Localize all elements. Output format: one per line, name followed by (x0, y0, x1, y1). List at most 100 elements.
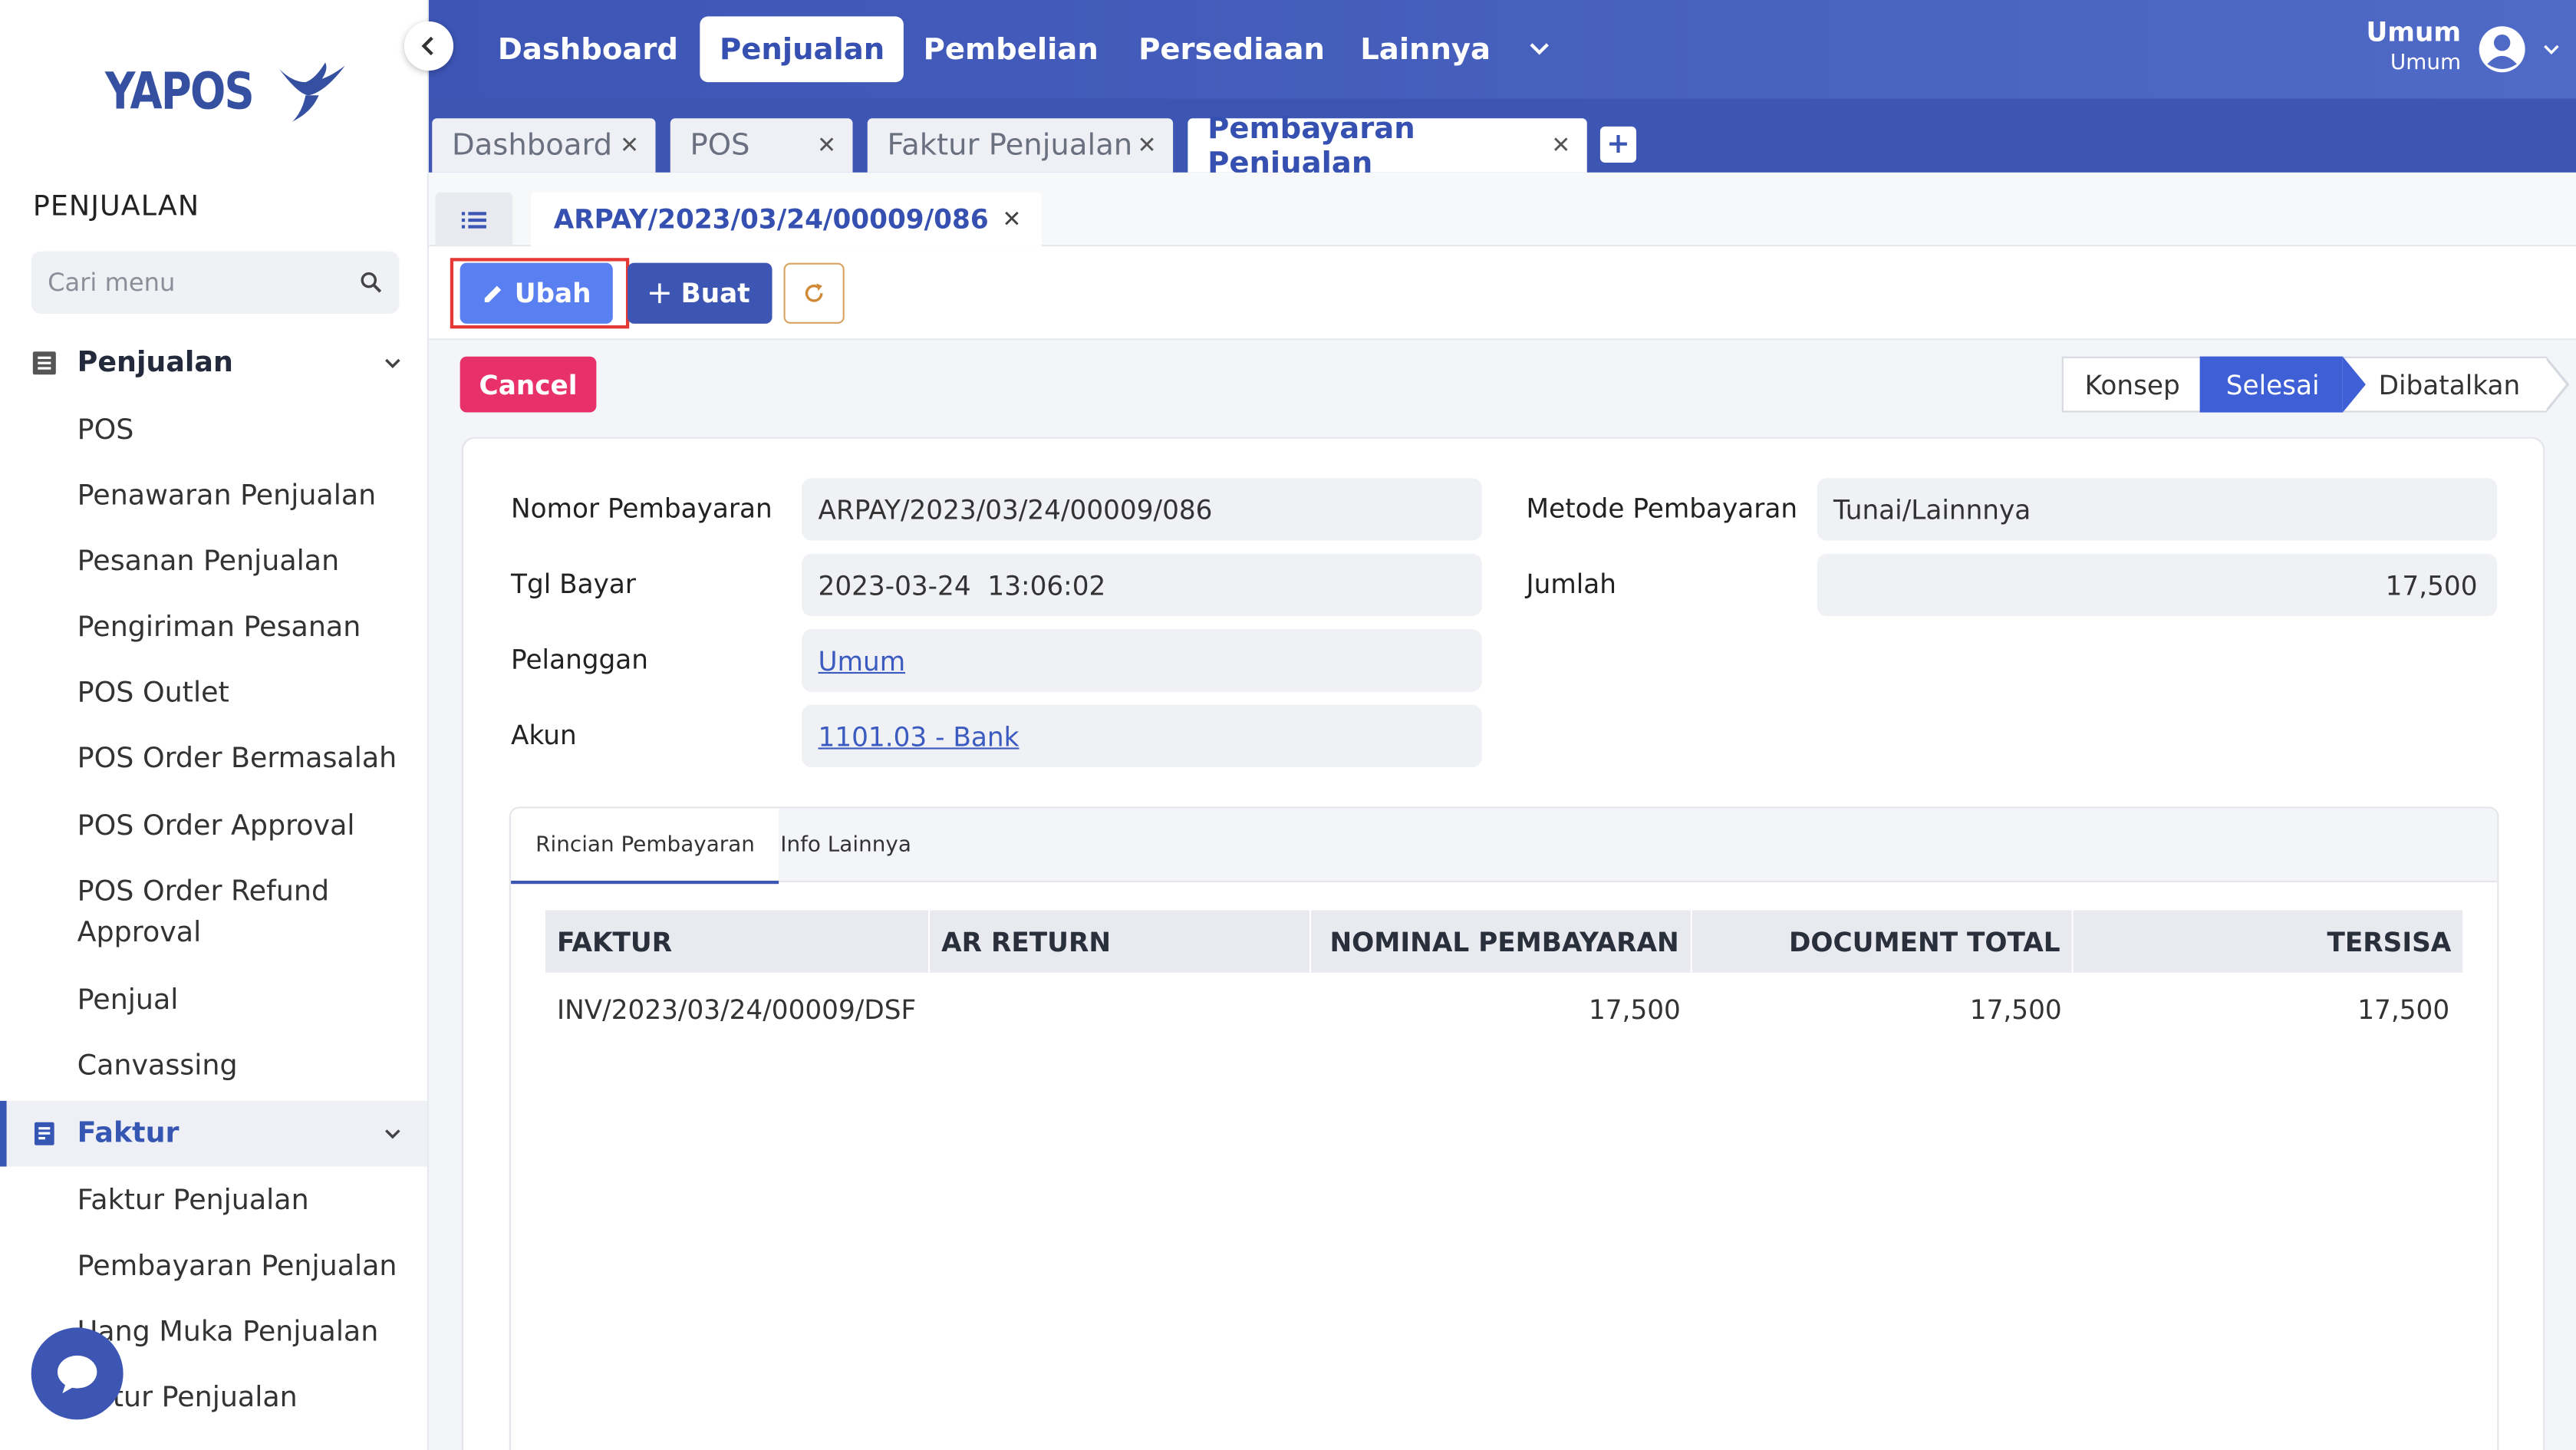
nav-more-chevron-icon[interactable] (1528, 39, 1551, 59)
nav-dashboard[interactable]: Dashboard (478, 16, 698, 82)
cell-nominal: 17,500 (1588, 993, 1681, 1025)
tab-dashboard[interactable]: Dashboard ✕ (432, 118, 656, 173)
tab-info-lainnya[interactable]: Info Lainnya (756, 809, 936, 882)
tab-close-icon[interactable]: ✕ (1551, 132, 1570, 158)
list-icon (32, 351, 56, 375)
metode-pembayaran-label: Metode Pembayaran (1526, 493, 1798, 525)
table-header: FAKTUR AR RETURN NOMINAL PEMBAYARAN DOCU… (545, 910, 2463, 973)
user-info[interactable]: Umum Umum (2366, 16, 2461, 75)
cancel-button[interactable]: Cancel (460, 356, 597, 413)
add-tab-button[interactable]: + (1599, 126, 1637, 163)
document-tabs-bar: ARPAY/2023/03/24/00009/086 ✕ (428, 172, 2576, 247)
payment-detail-panel: Rincian Pembayaran Info Lainnya FAKTUR A… (509, 806, 2499, 1450)
sidebar-group-faktur[interactable]: Faktur (0, 1100, 427, 1167)
sidebar-section-title: PENJUALAN (32, 190, 200, 224)
cell-document-total: 17,500 (1969, 993, 2062, 1025)
payment-form-card: Nomor Pembayaran ARPAY/2023/03/24/00009/… (461, 437, 2545, 1450)
menu-search-input[interactable] (48, 268, 361, 298)
column-header-nominal-pembayaran: NOMINAL PEMBAYARAN (1311, 910, 1692, 973)
tab-pos[interactable]: POS ✕ (670, 118, 853, 173)
nav-persediaan[interactable]: Persediaan (1118, 16, 1344, 82)
akun-link[interactable]: 1101.03 - Bank (802, 704, 1482, 768)
metode-pembayaran-field: Tunai/Lainnnya (1817, 478, 2498, 541)
tab-label: POS (690, 128, 750, 163)
sidebar-group-penjualan[interactable]: Penjualan (0, 330, 427, 396)
tab-close-icon[interactable]: ✕ (1138, 132, 1157, 158)
pelanggan-label: Pelanggan (511, 644, 649, 676)
detail-tabs: Rincian Pembayaran Info Lainnya (511, 808, 2498, 885)
document-tab-close-icon[interactable]: ✕ (1002, 206, 1021, 232)
chevron-down-icon[interactable] (383, 1124, 403, 1144)
tab-rincian-pembayaran[interactable]: Rincian Pembayaran (511, 808, 780, 885)
create-button-label: Buat (680, 277, 750, 309)
chat-button[interactable] (31, 1327, 124, 1420)
logo-text: YAPOS (105, 62, 255, 122)
sidebar-item-pos-order-bermasalah[interactable]: POS Order Bermasalah (77, 740, 397, 781)
sidebar-item-faktur-penjualan[interactable]: Faktur Penjualan (77, 1181, 309, 1223)
status-step-dibatalkan[interactable]: Dibatalkan (2342, 356, 2570, 413)
user-role: Umum (2390, 51, 2462, 76)
plus-icon (651, 283, 670, 304)
nomor-pembayaran-field: ARPAY/2023/03/24/00009/086 (802, 478, 1482, 541)
search-icon[interactable] (360, 271, 383, 294)
status-step-konsep[interactable]: Konsep (2061, 356, 2200, 413)
sidebar-item-pos-order-refund-approval[interactable]: POS Order Refund Approval (77, 872, 373, 954)
sidebar-group-label: Penjualan (77, 346, 233, 380)
chevron-down-icon[interactable] (383, 353, 403, 373)
sidebar-item-pos-order-approval[interactable]: POS Order Approval (77, 807, 355, 849)
cell-faktur: INV/2023/03/24/00009/DSF (557, 993, 917, 1025)
top-navigation: Dashboard Penjualan Pembelian Persediaan… (428, 0, 2576, 99)
action-toolbar: Ubah Buat (428, 246, 2576, 341)
refresh-button[interactable] (783, 262, 845, 324)
sidebar-item-pos[interactable]: POS (77, 410, 134, 452)
sidebar-item-pembayaran-penjualan[interactable]: Pembayaran Penjualan (77, 1247, 397, 1288)
menu-search[interactable] (31, 251, 400, 315)
chevron-left-icon (421, 36, 433, 56)
list-icon (460, 211, 486, 228)
sidebar-item-pengiriman-pesanan[interactable]: Pengiriman Pesanan (77, 608, 361, 649)
tab-close-icon[interactable]: ✕ (817, 132, 836, 158)
tgl-bayar-field: 2023-03-24 13:06:02 (802, 553, 1482, 617)
tab-label: Dashboard (451, 128, 613, 163)
bird-logo-icon (278, 62, 345, 122)
jumlah-label: Jumlah (1526, 568, 1616, 600)
column-header-ar-return: AR RETURN (930, 910, 1311, 973)
sidebar-item-pesanan-penjualan[interactable]: Pesanan Penjualan (77, 542, 340, 584)
pelanggan-link[interactable]: Umum (802, 629, 1482, 692)
edit-button-label: Ubah (514, 277, 591, 309)
user-avatar-icon[interactable] (2478, 25, 2527, 74)
payment-detail-table: FAKTUR AR RETURN NOMINAL PEMBAYARAN DOCU… (545, 910, 2463, 1045)
sidebar-item-uang-muka-penjualan[interactable]: Uang Muka Penjualan (77, 1313, 379, 1354)
table-row[interactable]: INV/2023/03/24/00009/DSF 17,500 17,500 1… (545, 973, 2462, 1045)
nav-lainnya[interactable]: Lainnya (1341, 16, 1510, 82)
nav-penjualan[interactable]: Penjualan (700, 16, 904, 83)
document-tab[interactable]: ARPAY/2023/03/24/00009/086 ✕ (530, 192, 1042, 247)
user-menu-chevron-icon[interactable] (2543, 41, 2559, 58)
sidebar-item-canvassing[interactable]: Canvassing (77, 1046, 238, 1088)
receipt-icon (34, 1122, 54, 1145)
sidebar-item-penawaran-penjualan[interactable]: Penawaran Penjualan (77, 476, 377, 518)
jumlah-field: 17,500 (1817, 553, 2498, 617)
list-view-button[interactable] (435, 192, 513, 247)
sidebar-group-label: Faktur (77, 1117, 180, 1151)
sidebar-item-pos-outlet[interactable]: POS Outlet (77, 674, 229, 715)
tab-faktur-penjualan[interactable]: Faktur Penjualan ✕ (867, 118, 1174, 173)
tab-pembayaran-penjualan[interactable]: Pembayaran Penjualan ✕ (1188, 111, 1587, 180)
user-name: Umum (2366, 16, 2462, 48)
status-step-selesai[interactable]: Selesai (2199, 356, 2366, 413)
edit-button[interactable]: Ubah (460, 262, 613, 324)
tab-label: Pembayaran Penjualan (1207, 110, 1415, 180)
app-logo[interactable]: YAPOS (105, 59, 348, 125)
tab-close-icon[interactable]: ✕ (620, 132, 639, 158)
nav-pembelian[interactable]: Pembelian (904, 16, 1118, 82)
sidebar-item-penjual[interactable]: Penjual (77, 981, 179, 1023)
main-content: Cancel Konsep Selesai Dibatalkan Nomor P… (428, 340, 2576, 1450)
column-header-tersisa: TERSISA (2327, 925, 2452, 957)
status-pipeline: Konsep Selesai Dibatalkan (2061, 356, 2570, 413)
akun-label: Akun (511, 720, 577, 751)
sidebar-collapse-button[interactable] (404, 21, 454, 71)
create-button[interactable]: Buat (628, 262, 772, 324)
tab-label: Faktur Penjualan (887, 128, 1133, 163)
refresh-icon (805, 283, 823, 302)
cell-tersisa: 17,500 (2357, 993, 2450, 1025)
